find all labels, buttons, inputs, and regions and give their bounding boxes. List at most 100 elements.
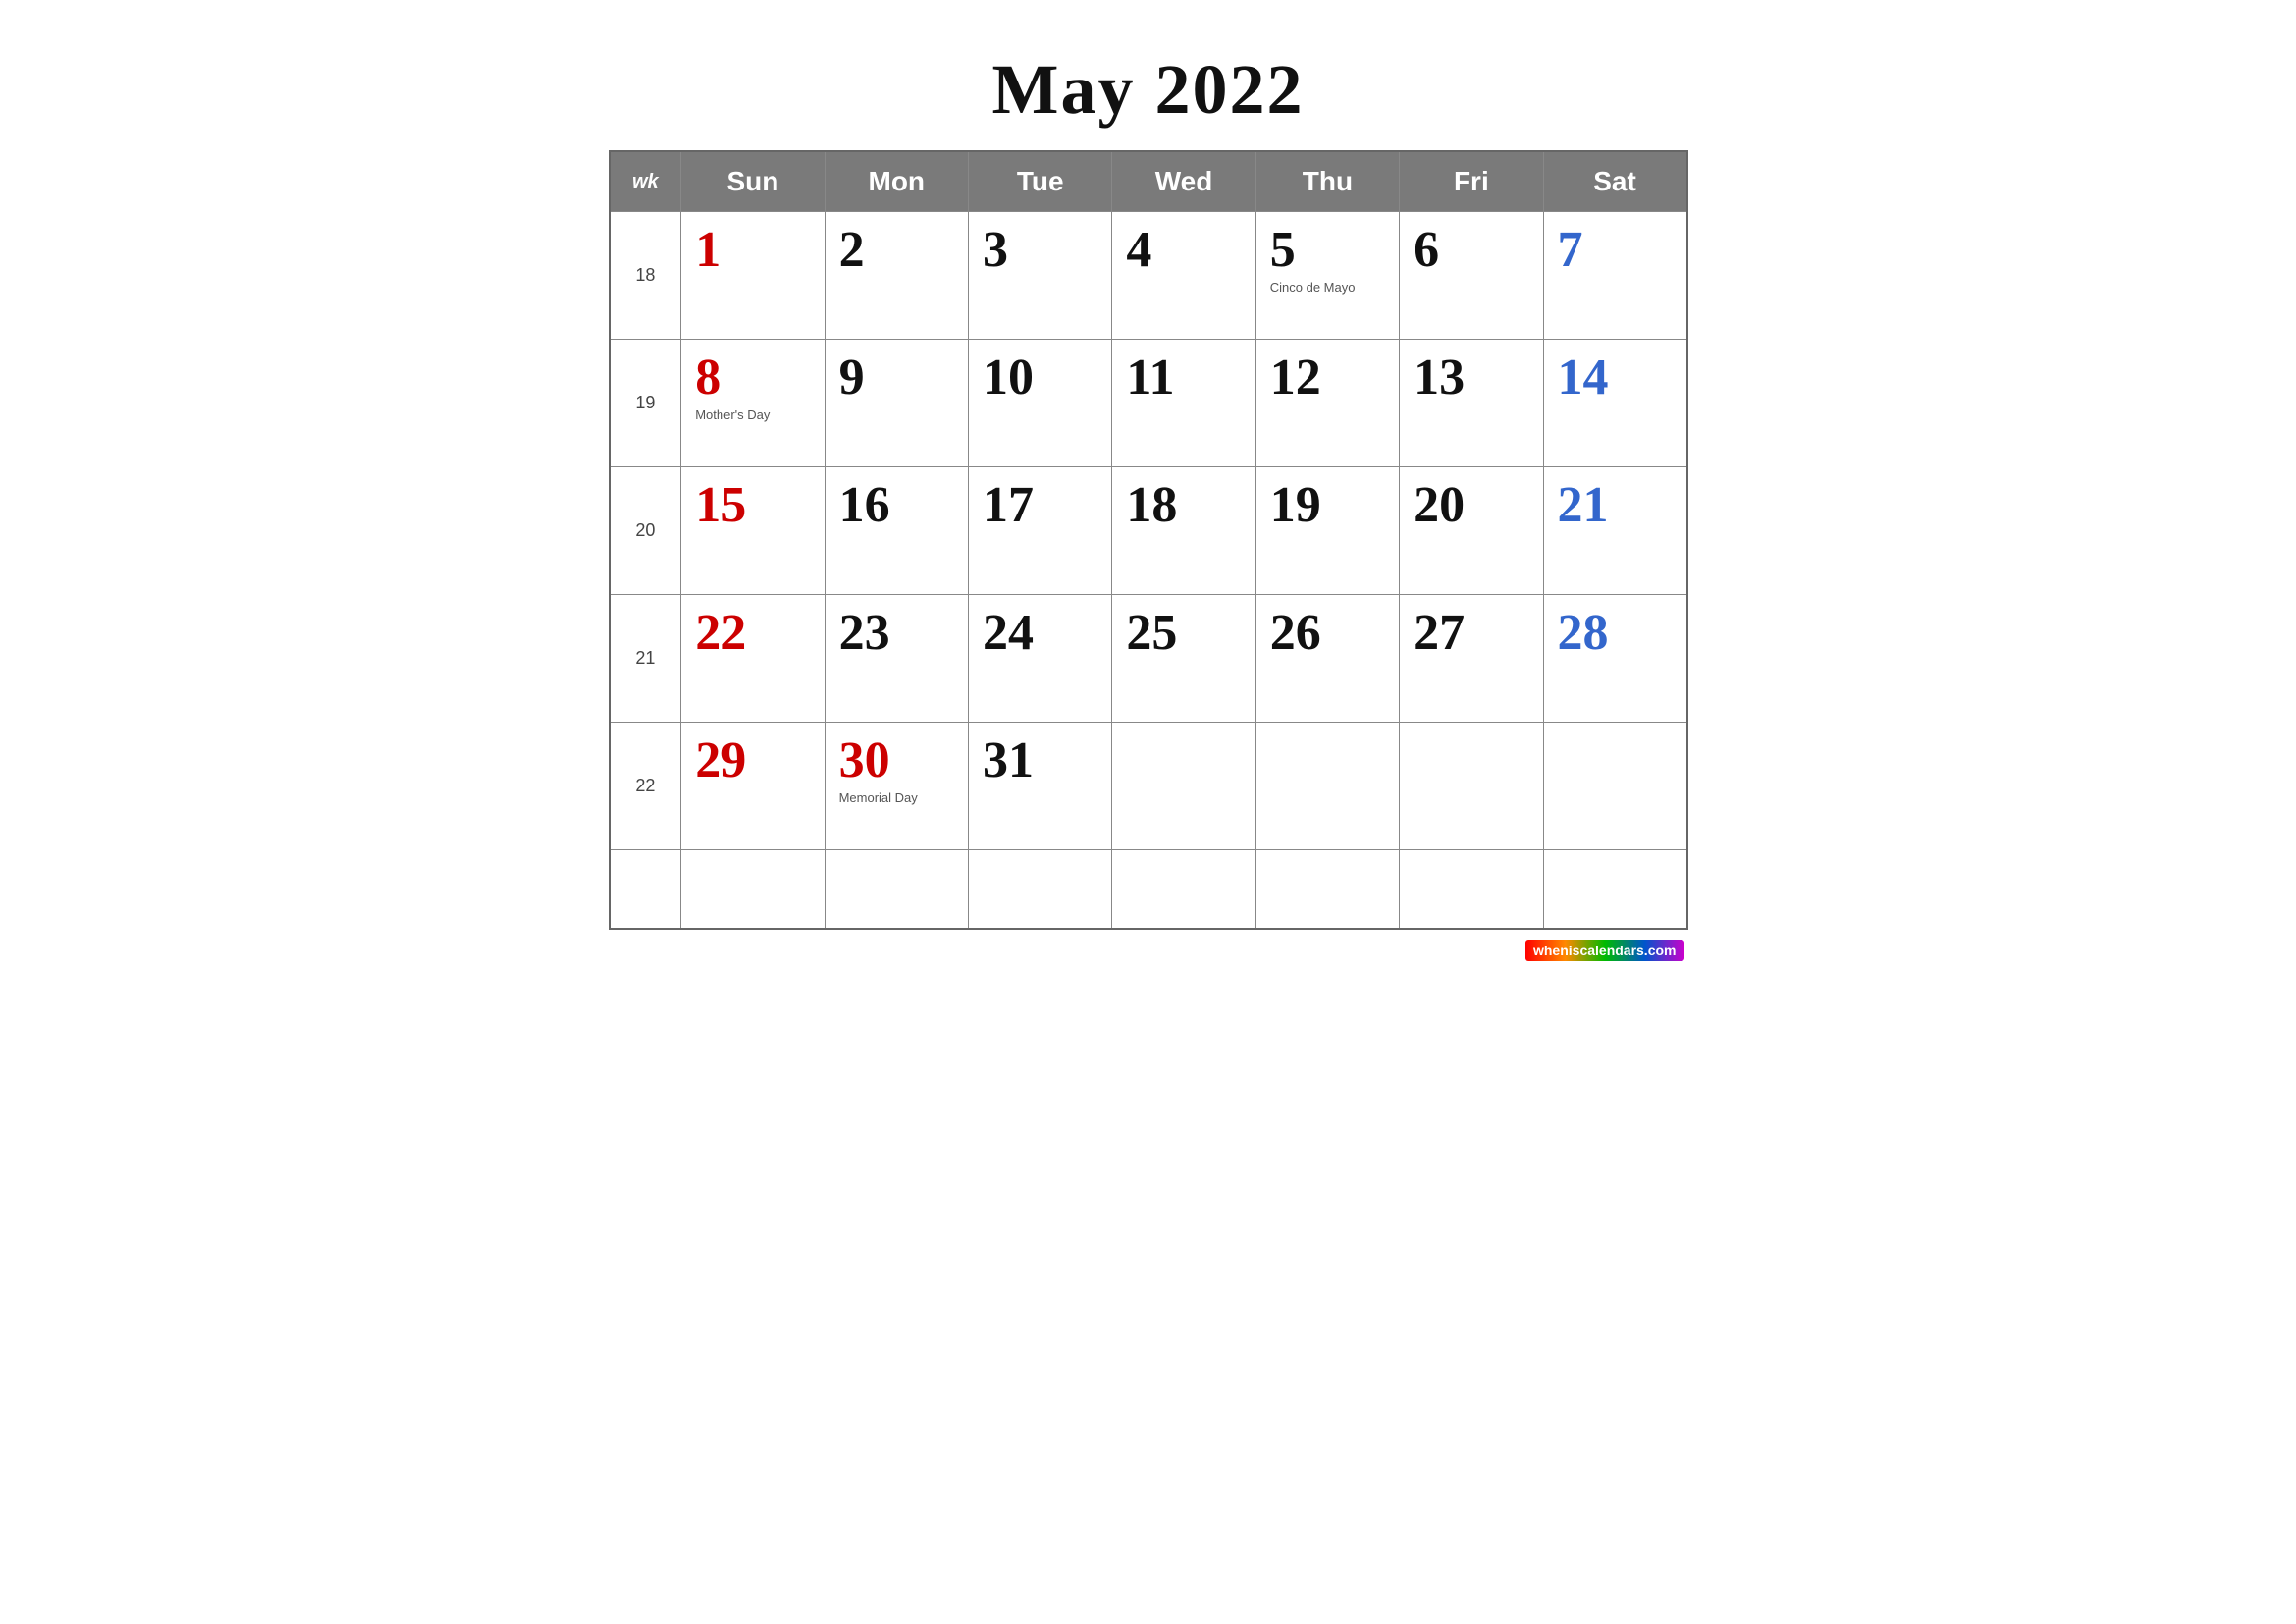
calendar-week-row: 2015161718192021 — [610, 467, 1687, 595]
day-number: 6 — [1414, 222, 1528, 278]
day-cell: 30 Memorial Day — [825, 723, 968, 850]
week-number: 19 — [610, 340, 681, 467]
header-mon: Mon — [825, 151, 968, 212]
day-cell: 23 — [825, 595, 968, 723]
week-number: 22 — [610, 723, 681, 850]
day-number: 15 — [695, 477, 810, 533]
calendar-page: May 2022 wk Sun Mon Tue Wed Thu Fri Sat … — [609, 20, 1688, 961]
day-number: 26 — [1270, 605, 1385, 661]
day-cell: 2 — [825, 212, 968, 340]
day-number: 3 — [983, 222, 1097, 278]
header-wk: wk — [610, 151, 681, 212]
day-number: 13 — [1414, 350, 1528, 406]
day-cell: 28 — [1543, 595, 1686, 723]
day-cell: 7 — [1543, 212, 1686, 340]
day-number: 2 — [839, 222, 954, 278]
day-number: 5 — [1270, 222, 1385, 278]
day-cell — [1400, 723, 1543, 850]
day-cell: 3 — [968, 212, 1111, 340]
day-number: 27 — [1414, 605, 1528, 661]
day-cell: 31 — [968, 723, 1111, 850]
day-cell: 24 — [968, 595, 1111, 723]
day-cell: 12 — [1255, 340, 1399, 467]
day-cell-empty — [1112, 850, 1255, 929]
calendar-week-row: 2229 30 Memorial Day 31 — [610, 723, 1687, 850]
day-cell: 10 — [968, 340, 1111, 467]
day-cell: 21 — [1543, 467, 1686, 595]
day-cell: 16 — [825, 467, 968, 595]
day-number: 12 — [1270, 350, 1385, 406]
day-number: 7 — [1558, 222, 1673, 278]
day-cell: 5 Cinco de Mayo — [1255, 212, 1399, 340]
day-cell: 9 — [825, 340, 968, 467]
day-number: 16 — [839, 477, 954, 533]
day-cell: 6 — [1400, 212, 1543, 340]
day-cell: 18 — [1112, 467, 1255, 595]
day-number: 4 — [1126, 222, 1241, 278]
day-number: 25 — [1126, 605, 1241, 661]
day-cell: 8Mother's Day — [681, 340, 825, 467]
day-cell: 1 — [681, 212, 825, 340]
day-number: 24 — [983, 605, 1097, 661]
calendar-week-row: 198Mother's Day91011121314 — [610, 340, 1687, 467]
week-number: 18 — [610, 212, 681, 340]
day-cell: 4 — [1112, 212, 1255, 340]
week-number: 20 — [610, 467, 681, 595]
day-cell: 13 — [1400, 340, 1543, 467]
watermark-text: wheniscalendars.com — [1525, 940, 1684, 961]
day-number: 1 — [695, 222, 810, 278]
day-cell: 11 — [1112, 340, 1255, 467]
calendar-week-row: 1812345 Cinco de Mayo 67 — [610, 212, 1687, 340]
header-fri: Fri — [1400, 151, 1543, 212]
day-cell — [1112, 723, 1255, 850]
day-cell: 20 — [1400, 467, 1543, 595]
day-cell: 19 — [1255, 467, 1399, 595]
day-number: 23 — [839, 605, 954, 661]
calendar-body: 1812345Cinco de Mayo67198Mother's Day910… — [610, 212, 1687, 929]
header-tue: Tue — [968, 151, 1111, 212]
day-cell-empty — [681, 850, 825, 929]
day-number: 14 — [1558, 350, 1673, 406]
holiday-label: Memorial Day — [839, 790, 954, 806]
calendar-title: May 2022 — [609, 49, 1688, 131]
day-number: 9 — [839, 350, 954, 406]
day-number: 22 — [695, 605, 810, 661]
day-number: 10 — [983, 350, 1097, 406]
watermark: wheniscalendars.com — [609, 940, 1688, 961]
day-cell: 15 — [681, 467, 825, 595]
header-thu: Thu — [1255, 151, 1399, 212]
header-sun: Sun — [681, 151, 825, 212]
holiday-label: Cinco de Mayo — [1270, 280, 1385, 296]
day-cell — [1255, 723, 1399, 850]
day-number: 20 — [1414, 477, 1528, 533]
day-number: 30 — [839, 732, 954, 788]
day-cell-empty — [1543, 850, 1686, 929]
day-cell-empty — [825, 850, 968, 929]
day-number: 8 — [695, 350, 810, 406]
week-number-empty — [610, 850, 681, 929]
header-sat: Sat — [1543, 151, 1686, 212]
day-number: 17 — [983, 477, 1097, 533]
day-cell: 25 — [1112, 595, 1255, 723]
calendar-week-row: 2122 23 24 25 26 27 28 — [610, 595, 1687, 723]
day-cell: 14 — [1543, 340, 1686, 467]
day-cell: 22 — [681, 595, 825, 723]
day-cell: 29 — [681, 723, 825, 850]
day-cell: 27 — [1400, 595, 1543, 723]
extra-empty-row — [610, 850, 1687, 929]
day-cell-empty — [1255, 850, 1399, 929]
calendar-header-row: wk Sun Mon Tue Wed Thu Fri Sat — [610, 151, 1687, 212]
day-cell-empty — [1400, 850, 1543, 929]
day-number: 11 — [1126, 350, 1241, 406]
day-number: 18 — [1126, 477, 1241, 533]
day-number: 29 — [695, 732, 810, 788]
week-number: 21 — [610, 595, 681, 723]
day-number: 21 — [1558, 477, 1673, 533]
day-cell: 26 — [1255, 595, 1399, 723]
holiday-label: Mother's Day — [695, 407, 810, 423]
day-cell-empty — [968, 850, 1111, 929]
header-wed: Wed — [1112, 151, 1255, 212]
day-number: 28 — [1558, 605, 1673, 661]
day-cell — [1543, 723, 1686, 850]
day-number: 31 — [983, 732, 1097, 788]
